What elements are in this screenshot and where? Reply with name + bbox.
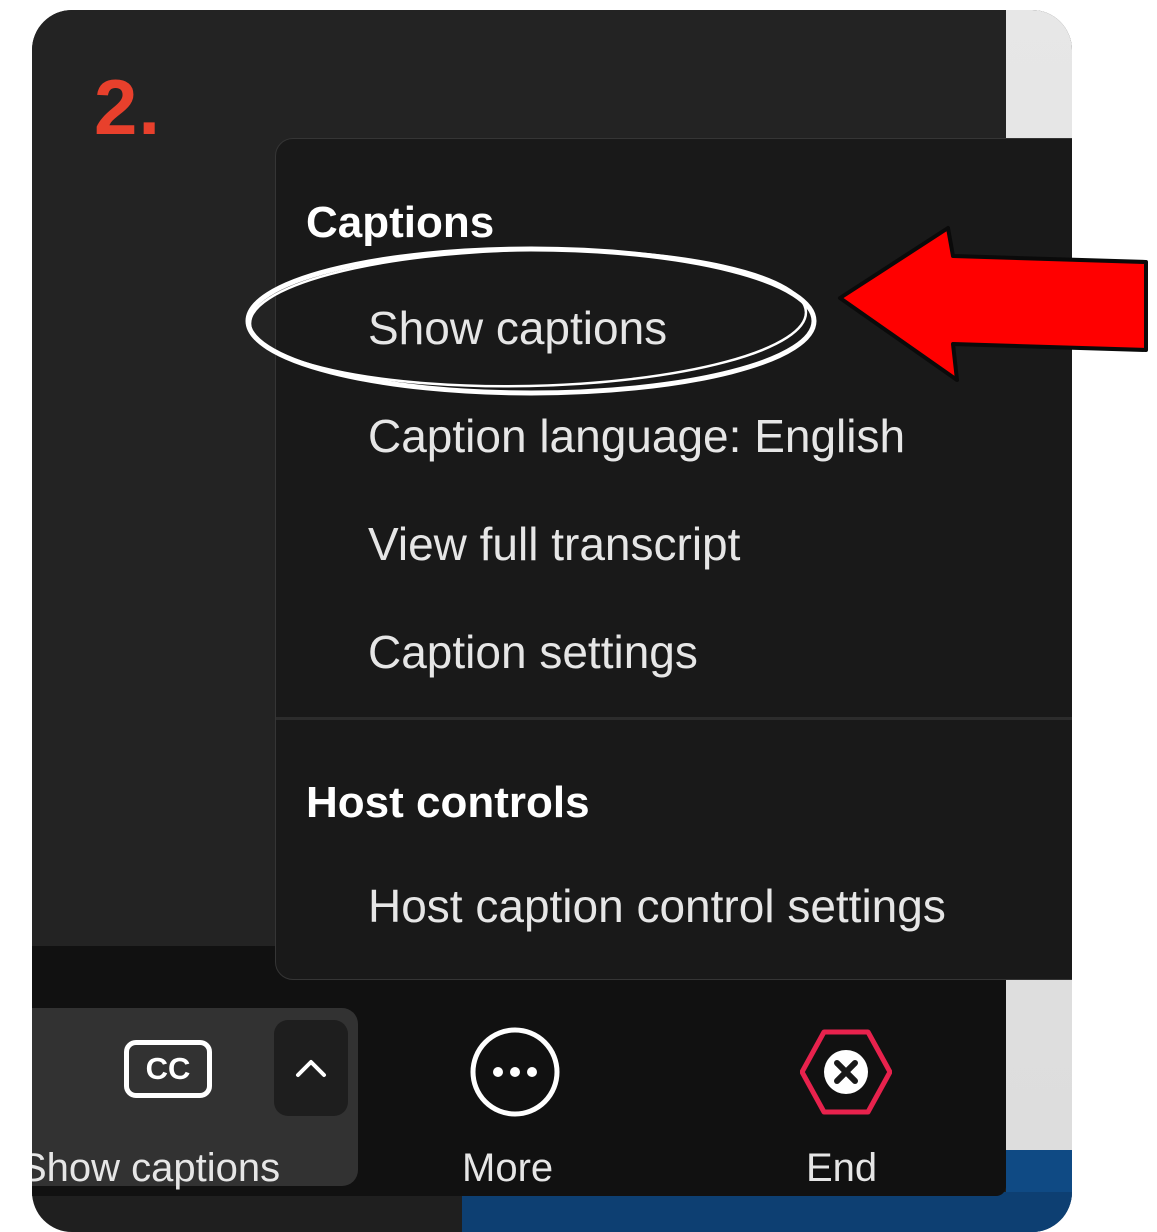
ellipsis-circle-icon[interactable]: [469, 1026, 561, 1118]
menu-item-host-caption-control-settings[interactable]: Host caption control settings: [368, 883, 946, 929]
menu-item-caption-settings[interactable]: Caption settings: [368, 629, 698, 675]
menu-item-caption-language[interactable]: Caption language: English: [368, 413, 905, 459]
app-window: 2. CC Show captions More End Captions Sh…: [32, 10, 1072, 1232]
show-captions-label[interactable]: Show captions: [32, 1148, 280, 1188]
end-button-label[interactable]: End: [806, 1148, 877, 1188]
host-controls-section-heading: Host controls: [306, 778, 590, 827]
cc-icon-text: CC: [145, 1051, 191, 1086]
step-number: 2.: [94, 63, 162, 151]
captions-menu: Captions Show captions Caption language:…: [275, 138, 1072, 980]
captions-options-button[interactable]: [274, 1020, 348, 1116]
chevron-up-icon: [296, 1060, 326, 1077]
close-hexagon-icon[interactable]: [800, 1026, 892, 1118]
captions-section-heading: Captions: [306, 198, 495, 247]
menu-divider: [276, 717, 1072, 720]
menu-item-view-full-transcript[interactable]: View full transcript: [368, 521, 740, 567]
closed-captions-icon[interactable]: CC: [124, 1040, 212, 1098]
menu-item-show-captions[interactable]: Show captions: [368, 305, 667, 351]
background-desktop-blue: [462, 1192, 1072, 1232]
more-button-label[interactable]: More: [462, 1148, 553, 1188]
